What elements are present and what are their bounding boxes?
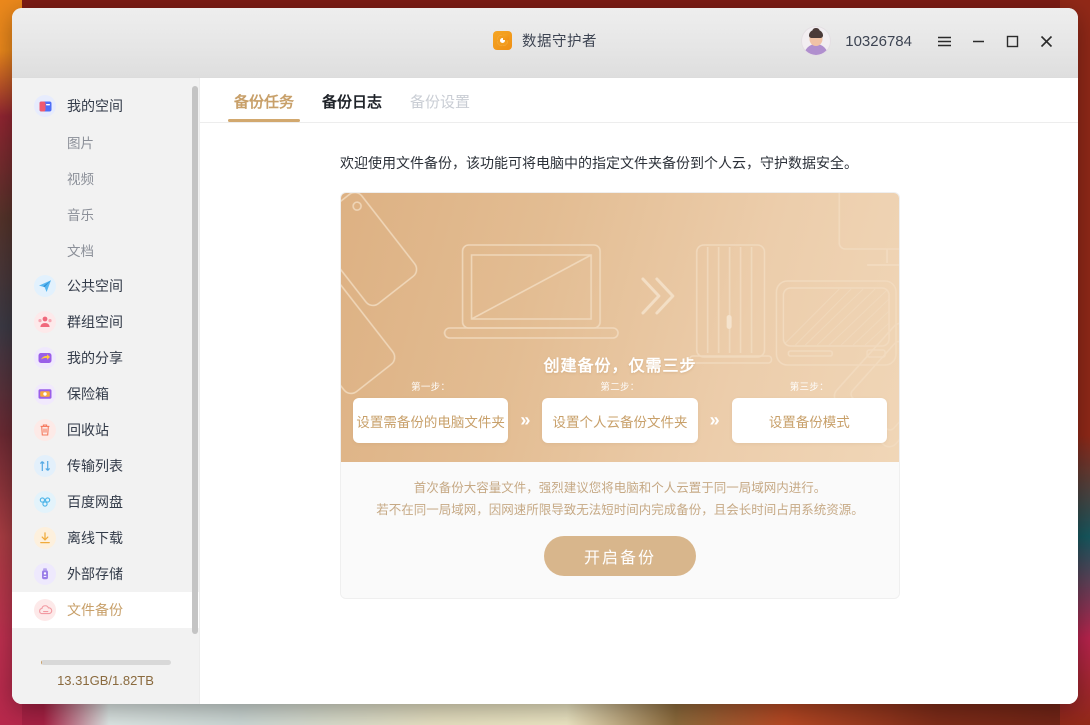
minimize-icon[interactable] [964, 28, 992, 54]
username-label[interactable]: 10326784 [845, 33, 912, 50]
sidebar-item-my-space[interactable]: 我的空间 [12, 88, 199, 124]
window-controls [930, 28, 1060, 54]
sidebar-item-label: 我的空间 [67, 96, 123, 116]
close-icon[interactable] [1032, 28, 1060, 54]
safe-box-icon [34, 383, 56, 405]
sidebar-item-documents[interactable]: 文档 [12, 232, 199, 268]
step-arrow-1-icon: » [508, 398, 542, 443]
my-space-icon [34, 95, 56, 117]
storage-progress-bar [41, 660, 171, 665]
step-3-box[interactable]: 设置备份模式 [732, 398, 887, 443]
title-bar: 数据守护者 10326784 [12, 8, 1078, 78]
step-2-label: 第二步： [600, 379, 639, 393]
sidebar-item-label: 群组空间 [67, 312, 123, 332]
welcome-text: 欢迎使用文件备份，该功能可将电脑中的指定文件夹备份到个人云，守护数据安全。 [200, 153, 1078, 173]
banner-title: 创建备份，仅需三步 [341, 352, 899, 376]
note-line-2: 若不在同一局域网，因网速所限导致无法短时间内完成备份，且会长时间占用系统资源。 [341, 500, 899, 522]
card-footer: 首次备份大容量文件，强烈建议您将电脑和个人云置于同一局域网内进行。 若不在同一局… [341, 462, 899, 598]
sidebar-item-label: 外部存储 [67, 564, 123, 584]
sidebar-nav: 我的空间 图片 视频 音乐 文档 公共空间 [12, 78, 199, 650]
sidebar-item-label: 文件备份 [67, 600, 123, 620]
hamburger-menu-icon[interactable] [930, 28, 958, 54]
step-1[interactable]: 第一步： 设置需备份的电脑文件夹 [353, 379, 508, 443]
sidebar-item-label: 公共空间 [67, 276, 123, 296]
sidebar-item-offline-download[interactable]: 离线下载 [12, 520, 199, 556]
content-area: 欢迎使用文件备份，该功能可将电脑中的指定文件夹备份到个人云，守护数据安全。 [200, 123, 1078, 704]
sidebar-item-transfer-list[interactable]: 传输列表 [12, 448, 199, 484]
app-title: 数据守护者 [522, 30, 597, 51]
my-share-icon [34, 347, 56, 369]
sidebar-item-file-backup[interactable]: 文件备份 [12, 592, 199, 628]
sidebar-item-label: 离线下载 [67, 528, 123, 548]
step-3-label: 第三步： [790, 379, 829, 393]
sidebar-scrollbar[interactable] [192, 86, 198, 634]
baidu-netdisk-icon [34, 491, 56, 513]
sidebar-item-label: 文档 [67, 240, 94, 260]
storage-text: 13.31GB/1.82TB [12, 673, 199, 688]
offline-download-icon [34, 527, 56, 549]
tab-backup-tasks[interactable]: 备份任务 [220, 91, 308, 122]
tab-bar: 备份任务 备份日志 备份设置 [200, 78, 1078, 123]
sidebar-item-my-share[interactable]: 我的分享 [12, 340, 199, 376]
tab-backup-logs[interactable]: 备份日志 [308, 91, 396, 122]
backup-banner: 创建备份，仅需三步 第一步： 设置需备份的电脑文件夹 » 第二步： 设置个人云备… [341, 193, 899, 462]
sidebar-item-videos[interactable]: 视频 [12, 160, 199, 196]
sidebar-item-label: 保险箱 [67, 384, 109, 404]
sidebar-item-label: 传输列表 [67, 456, 123, 476]
app-window: 数据守护者 10326784 [12, 8, 1078, 704]
step-2-box[interactable]: 设置个人云备份文件夹 [542, 398, 697, 443]
maximize-icon[interactable] [998, 28, 1026, 54]
sidebar: 我的空间 图片 视频 音乐 文档 公共空间 [12, 78, 200, 704]
sidebar-item-label: 百度网盘 [67, 492, 123, 512]
sidebar-item-music[interactable]: 音乐 [12, 196, 199, 232]
sidebar-item-label: 视频 [67, 168, 94, 188]
storage-indicator: 13.31GB/1.82TB [12, 650, 199, 704]
window-body: 我的空间 图片 视频 音乐 文档 公共空间 [12, 78, 1078, 704]
avatar[interactable] [801, 26, 831, 56]
title-bar-right: 10326784 [801, 26, 1060, 56]
transfer-list-icon [34, 455, 56, 477]
step-2[interactable]: 第二步： 设置个人云备份文件夹 [542, 379, 697, 443]
sidebar-item-group-space[interactable]: 群组空间 [12, 304, 199, 340]
public-space-icon [34, 275, 56, 297]
note-line-1: 首次备份大容量文件，强烈建议您将电脑和个人云置于同一局域网内进行。 [341, 478, 899, 500]
external-storage-icon [34, 563, 56, 585]
start-backup-button[interactable]: 开启备份 [544, 536, 696, 576]
sidebar-item-label: 回收站 [67, 420, 109, 440]
sidebar-item-label: 图片 [67, 132, 94, 152]
main-panel: 备份任务 备份日志 备份设置 欢迎使用文件备份，该功能可将电脑中的指定文件夹备份… [200, 78, 1078, 704]
sidebar-item-external-storage[interactable]: 外部存储 [12, 556, 199, 592]
file-backup-icon [34, 599, 56, 621]
recycle-bin-icon [34, 419, 56, 441]
step-3[interactable]: 第三步： 设置备份模式 [732, 379, 887, 443]
sidebar-item-label: 我的分享 [67, 348, 123, 368]
steps-row: 第一步： 设置需备份的电脑文件夹 » 第二步： 设置个人云备份文件夹 » 第三步… [353, 379, 887, 443]
step-1-label: 第一步： [411, 379, 450, 393]
sidebar-item-recycle-bin[interactable]: 回收站 [12, 412, 199, 448]
tab-backup-settings[interactable]: 备份设置 [396, 91, 484, 122]
sidebar-item-public-space[interactable]: 公共空间 [12, 268, 199, 304]
app-logo-icon [493, 31, 512, 50]
sidebar-item-safe-box[interactable]: 保险箱 [12, 376, 199, 412]
group-space-icon [34, 311, 56, 333]
step-1-box[interactable]: 设置需备份的电脑文件夹 [353, 398, 508, 443]
step-arrow-2-icon: » [698, 398, 732, 443]
sidebar-item-label: 音乐 [67, 204, 94, 224]
sidebar-item-baidu-netdisk[interactable]: 百度网盘 [12, 484, 199, 520]
sidebar-item-pictures[interactable]: 图片 [12, 124, 199, 160]
backup-intro-card: 创建备份，仅需三步 第一步： 设置需备份的电脑文件夹 » 第二步： 设置个人云备… [340, 192, 900, 599]
